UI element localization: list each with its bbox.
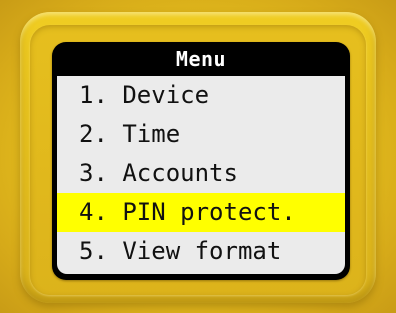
menu-list: 1. Device 2. Time 3. Accounts 4. PIN pro…: [57, 76, 345, 274]
menu-item-time[interactable]: 2. Time: [57, 115, 345, 154]
menu-item-pin-protect[interactable]: 4. PIN protect.: [57, 193, 345, 232]
menu-title: Menu: [175, 47, 227, 71]
device-housing: Menu 1. Device 2. Time 3. Accounts 4. PI…: [0, 0, 396, 313]
menu-item-view-format[interactable]: 5. View format: [57, 232, 345, 271]
lcd-screen: Menu 1. Device 2. Time 3. Accounts 4. PI…: [52, 42, 350, 280]
menu-item-accounts[interactable]: 3. Accounts: [57, 154, 345, 193]
menu-item-device[interactable]: 1. Device: [57, 76, 345, 115]
